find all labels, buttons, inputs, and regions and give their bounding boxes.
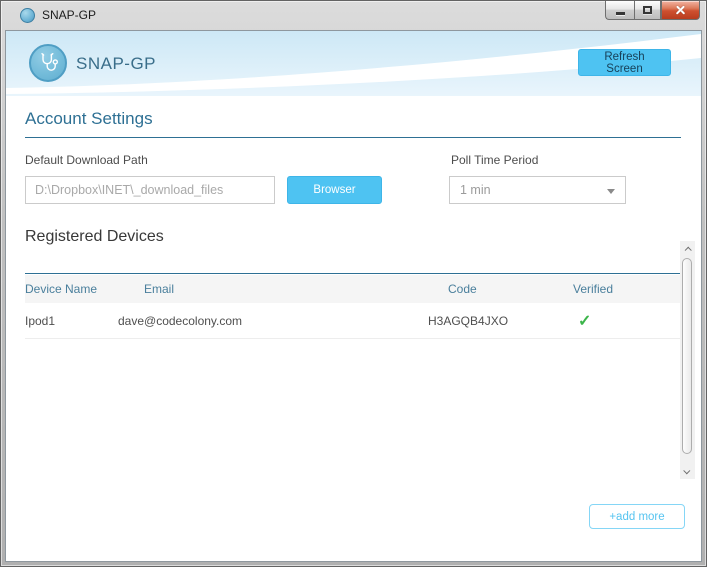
maximize-button[interactable] — [634, 1, 661, 20]
table-row: Ipod1 dave@codecolony.com H3AGQB4JXO ✓ — [25, 303, 681, 339]
refresh-screen-button[interactable]: Refresh Screen — [578, 49, 671, 76]
column-email: Email — [144, 282, 448, 296]
column-code: Code — [448, 282, 573, 296]
poll-time-value: 1 min — [460, 183, 491, 197]
chevron-down-icon — [683, 467, 690, 474]
registered-devices-title: Registered Devices — [25, 228, 164, 246]
minimize-icon — [616, 12, 625, 15]
cell-device-name: Ipod1 — [25, 314, 118, 328]
poll-time-dropdown[interactable]: 1 min — [449, 176, 626, 204]
scroll-down-button[interactable] — [680, 463, 695, 479]
app-window: SNAP-GP — [0, 0, 707, 567]
close-icon — [674, 4, 687, 17]
column-device-name: Device Name — [25, 282, 144, 296]
app-header: SNAP-GP Refresh Screen — [6, 31, 701, 96]
browser-button[interactable]: Browser — [287, 176, 382, 204]
download-path-input[interactable] — [25, 176, 275, 204]
close-button[interactable] — [661, 1, 700, 20]
column-verified: Verified — [573, 282, 681, 296]
download-path-label: Default Download Path — [25, 153, 148, 167]
device-table-header: Device Name Email Code Verified — [25, 275, 681, 303]
chevron-up-icon — [685, 246, 692, 253]
add-more-button[interactable]: +add more — [589, 504, 685, 529]
scroll-up-button[interactable] — [680, 241, 695, 257]
chevron-down-icon — [607, 189, 615, 194]
maximize-icon — [643, 6, 652, 14]
verified-check-icon: ✓ — [578, 311, 681, 331]
window-content: SNAP-GP Refresh Screen Account Settings … — [5, 30, 702, 562]
title-bar: SNAP-GP — [1, 1, 706, 30]
cell-code: H3AGQB4JXO — [428, 314, 578, 328]
stethoscope-icon — [36, 51, 60, 75]
registered-devices-divider — [25, 273, 681, 274]
poll-time-label: Poll Time Period — [451, 153, 538, 167]
window-controls — [605, 1, 700, 20]
account-settings-title: Account Settings — [25, 109, 153, 129]
account-settings-divider — [25, 137, 681, 138]
scrollbar-thumb[interactable] — [682, 258, 692, 454]
window-title: SNAP-GP — [42, 1, 96, 30]
cell-email: dave@codecolony.com — [118, 314, 428, 328]
vertical-scrollbar[interactable] — [680, 241, 695, 479]
app-titlebar-icon — [20, 8, 35, 23]
minimize-button[interactable] — [605, 1, 634, 20]
app-logo — [29, 44, 67, 82]
app-name: SNAP-GP — [76, 54, 156, 74]
